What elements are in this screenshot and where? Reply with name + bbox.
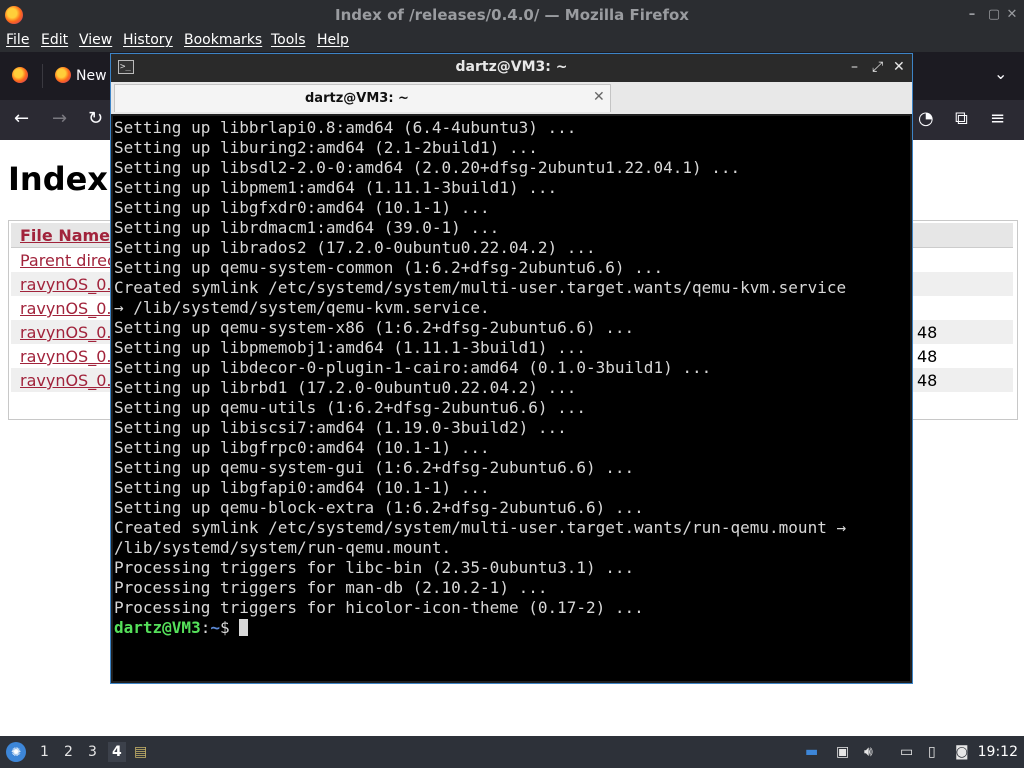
volume-icon[interactable]: 🔊︎ xyxy=(864,742,873,762)
terminal-line: Setting up libgfapi0:amd64 (10.1-1) ... xyxy=(114,478,490,497)
terminal-line: Processing triggers for hicolor-icon-the… xyxy=(114,598,644,617)
maximize-icon[interactable]: ⤢ xyxy=(872,58,883,76)
menu-help[interactable]: Help xyxy=(317,32,349,48)
clipboard-icon[interactable]: ▣ xyxy=(836,742,849,762)
text-cursor xyxy=(239,619,249,636)
close-icon[interactable]: ✕ xyxy=(1002,5,1022,25)
close-icon[interactable]: ✕ xyxy=(893,58,905,76)
task-item-icon[interactable]: ▤ xyxy=(134,742,147,762)
terminal-window-title: dartz@VM3: ~ xyxy=(455,59,568,75)
menu-view[interactable]: View xyxy=(79,32,112,48)
file-link[interactable]: ravynOS_0. xyxy=(20,371,111,390)
file-size: 48 xyxy=(917,371,938,390)
terminal-line: Processing triggers for man-db (2.10.2-1… xyxy=(114,578,548,597)
maximize-icon[interactable]: ▢ xyxy=(984,5,1004,25)
account-icon[interactable]: ◔ xyxy=(918,108,934,130)
file-link[interactable]: ravynOS_0. xyxy=(20,347,111,366)
terminal-window: >_ dartz@VM3: ~ – ⤢ ✕ dartz@VM3: ~ ✕ Set… xyxy=(110,53,913,684)
terminal-line: Setting up qemu-utils (1:6.2+dfsg-2ubunt… xyxy=(114,398,587,417)
terminal-line: Setting up libsdl2-2.0-0:amd64 (2.0.20+d… xyxy=(114,158,741,177)
clock: 19:12 xyxy=(977,744,1018,760)
menu-bookmarks[interactable]: Bookmarks xyxy=(184,32,262,48)
terminal-line: Setting up libbrlapi0.8:amd64 (6.4-4ubun… xyxy=(114,118,577,137)
terminal-line: → /lib/systemd/system/qemu-kvm.service. xyxy=(114,298,490,317)
terminal-line: Setting up librbd1 (17.2.0-0ubuntu0.22.0… xyxy=(114,378,577,397)
terminal-line: Setting up qemu-system-x86 (1:6.2+dfsg-2… xyxy=(114,318,635,337)
close-tab-icon[interactable]: ✕ xyxy=(593,89,605,105)
terminal-output[interactable]: Setting up libbrlapi0.8:amd64 (6.4-4ubun… xyxy=(113,116,910,681)
terminal-line: Created symlink /etc/systemd/system/mult… xyxy=(114,518,847,537)
tab-separator xyxy=(42,64,43,88)
workspace-1[interactable]: 1 xyxy=(40,744,49,760)
terminal-line: Setting up libgfxdr0:amd64 (10.1-1) ... xyxy=(114,198,490,217)
file-size: 48 xyxy=(917,323,938,342)
terminal-line: /lib/systemd/system/run-qemu.mount. xyxy=(114,538,452,557)
terminal-tab-label: dartz@VM3: ~ xyxy=(305,91,409,106)
back-arrow-icon[interactable]: ← xyxy=(14,108,29,130)
minimize-icon[interactable]: – xyxy=(962,5,982,25)
workspace-3[interactable]: 3 xyxy=(88,744,97,760)
list-tabs-chevron-icon[interactable]: ⌄ xyxy=(994,64,1007,83)
window-list-icon[interactable]: ▬ xyxy=(805,742,818,762)
terminal-line: Setting up qemu-system-gui (1:6.2+dfsg-2… xyxy=(114,458,635,477)
firefox-window-title: Index of /releases/0.4.0/ — Mozilla Fire… xyxy=(335,6,689,24)
terminal-titlebar[interactable]: >_ dartz@VM3: ~ – ⤢ ✕ xyxy=(111,54,912,82)
terminal-line: Setting up qemu-block-extra (1:6.2+dfsg-… xyxy=(114,498,644,517)
reload-icon[interactable]: ↻ xyxy=(88,108,103,130)
prompt-symbol: $ xyxy=(219,618,240,637)
terminal-line: Setting up liburing2:amd64 (2.1-2build1)… xyxy=(114,138,538,157)
terminal-prompt-line: dartz@VM3:~$ xyxy=(114,618,910,638)
menu-file[interactable]: File xyxy=(6,32,29,48)
workspace-4[interactable]: 4 xyxy=(108,742,126,762)
start-menu-icon[interactable]: ✺ xyxy=(6,742,26,762)
terminal-line: Setting up libgfrpc0:amd64 (10.1-1) ... xyxy=(114,438,490,457)
file-link[interactable]: ravynOS_0. xyxy=(20,275,111,294)
file-size: 48 xyxy=(917,347,938,366)
terminal-line: Processing triggers for libc-bin (2.35-0… xyxy=(114,558,635,577)
terminal-text: Setting up libbrlapi0.8:amd64 (6.4-4ubun… xyxy=(113,116,910,638)
taskbar: ✺ 1 2 3 4 ▤ ▬ ▣ 🔊︎ ▭ ▯ ◙ 19:12 xyxy=(0,736,1024,768)
firefox-view-icon[interactable] xyxy=(12,67,28,83)
menu-history[interactable]: History xyxy=(123,32,173,48)
forward-arrow-icon[interactable]: → xyxy=(52,108,67,130)
column-header-file-name[interactable]: File Name xyxy=(20,226,110,245)
file-link[interactable]: ravynOS_0. xyxy=(20,323,111,342)
prompt-user: dartz@VM3 xyxy=(114,618,201,637)
workspace-2[interactable]: 2 xyxy=(64,744,73,760)
terminal-tab-bar: dartz@VM3: ~ ✕ xyxy=(111,82,912,114)
network-icon[interactable]: ▭ xyxy=(900,742,913,762)
menu-tools[interactable]: Tools xyxy=(271,32,306,48)
extensions-icon[interactable]: ⧉ xyxy=(955,108,968,130)
terminal-tab[interactable]: dartz@VM3: ~ ✕ xyxy=(114,84,611,112)
terminal-line: Setting up libdecor-0-plugin-1-cairo:amd… xyxy=(114,358,712,377)
file-link[interactable]: ravynOS_0. xyxy=(20,299,111,318)
terminal-line: Setting up librados2 (17.2.0-0ubuntu0.22… xyxy=(114,238,596,257)
firefox-titlebar: Index of /releases/0.4.0/ — Mozilla Fire… xyxy=(0,0,1024,30)
prompt-separator: : xyxy=(200,618,211,637)
tab-new[interactable]: New xyxy=(76,68,107,84)
minimize-icon[interactable]: – xyxy=(851,58,858,76)
terminal-line: Setting up libpmemobj1:amd64 (1.11.1-3bu… xyxy=(114,338,587,357)
parent-directory-link[interactable]: Parent direc xyxy=(20,251,116,270)
terminal-line: Setting up libiscsi7:amd64 (1.19.0-3buil… xyxy=(114,418,567,437)
prompt-path: ~ xyxy=(210,618,220,637)
hamburger-menu-icon[interactable]: ≡ xyxy=(990,108,1005,130)
terminal-line: Setting up librdmacm1:amd64 (39.0-1) ... xyxy=(114,218,500,237)
page-heading: Index xyxy=(8,160,108,198)
terminal-line: Setting up libpmem1:amd64 (1.11.1-3build… xyxy=(114,178,558,197)
tab-favicon-icon xyxy=(55,67,71,83)
updates-icon[interactable]: ◙ xyxy=(955,742,969,762)
menu-edit[interactable]: Edit xyxy=(41,32,68,48)
notes-icon[interactable]: ▯ xyxy=(928,742,936,762)
terminal-line: Setting up qemu-system-common (1:6.2+dfs… xyxy=(114,258,664,277)
menu-bar: File Edit View History Bookmarks Tools H… xyxy=(0,30,1024,52)
terminal-line: Created symlink /etc/systemd/system/mult… xyxy=(114,278,847,297)
